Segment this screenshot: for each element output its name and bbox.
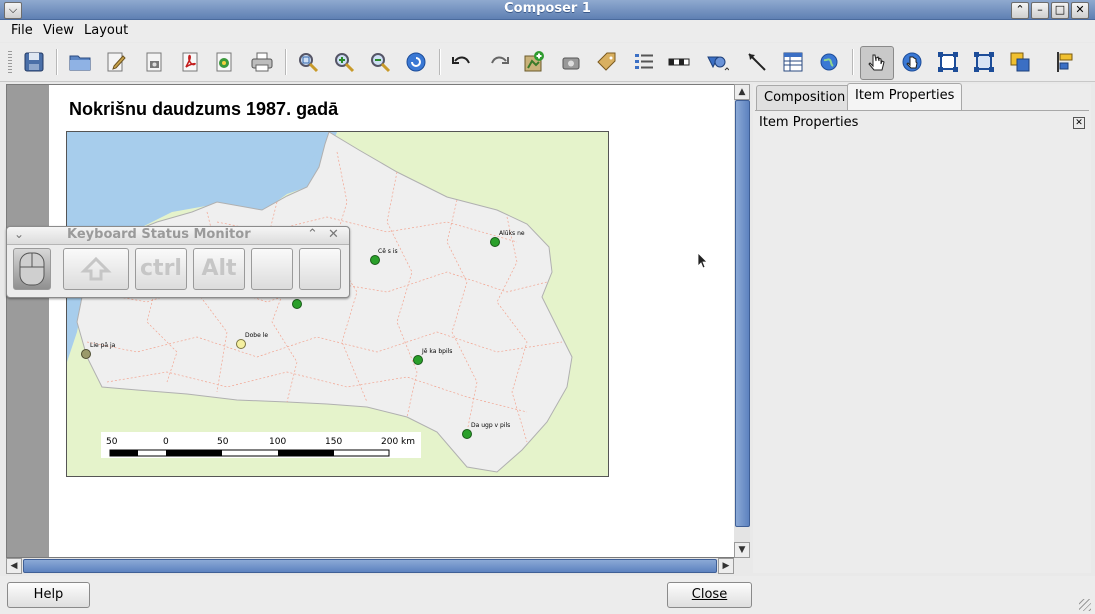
zoom-out-icon[interactable]	[366, 48, 394, 76]
menu-view[interactable]: View	[43, 23, 74, 38]
map-canvas: Cē s is Alūks ne Dobe le Lie pā ja Jē ka…	[67, 132, 608, 476]
menu-layout[interactable]: Layout	[84, 23, 128, 38]
dock-title: Item Properties	[759, 115, 859, 130]
scalebar: 50 0 50 100 150 200 km	[101, 432, 421, 458]
ksm-menu-icon[interactable]: ⌄	[14, 227, 24, 241]
svg-text:200 km: 200 km	[381, 437, 415, 447]
export-pdf-icon[interactable]	[176, 48, 204, 76]
station-marker	[462, 429, 472, 439]
add-shape-icon[interactable]	[703, 48, 731, 76]
scroll-right-button[interactable]: ▶	[718, 558, 734, 574]
export-image-icon[interactable]	[140, 48, 168, 76]
station-marker	[490, 237, 500, 247]
scroll-up-button[interactable]: ▲	[734, 84, 750, 100]
group-icon[interactable]	[934, 48, 962, 76]
add-arrow-icon[interactable]	[743, 48, 771, 76]
mouse-status-icon	[13, 248, 51, 290]
dock-close-icon[interactable]: ✕	[1073, 117, 1085, 129]
add-map-icon[interactable]	[520, 48, 548, 76]
tab-composition[interactable]: Composition	[756, 85, 854, 110]
station-marker	[236, 339, 246, 349]
vertical-scrollbar[interactable]: ▲ ▼	[734, 84, 750, 558]
zoom-full-icon[interactable]	[294, 48, 322, 76]
help-button[interactable]: Help	[7, 582, 90, 608]
mouse-cursor-icon	[697, 252, 708, 269]
edit-template-icon[interactable]	[102, 48, 130, 76]
svg-text:0: 0	[163, 437, 169, 447]
window-title: Composer 1	[504, 1, 591, 16]
ksm-close-icon[interactable]: ✕	[328, 227, 339, 242]
ctrl-key: ctrl	[135, 248, 187, 290]
station-marker	[292, 299, 302, 309]
station-marker	[413, 355, 423, 365]
properties-panel: Composition Item Properties Item Propert…	[753, 83, 1091, 573]
ksm-shade-icon[interactable]: ⌃	[307, 227, 318, 242]
station-label: Da ugp v pils	[471, 422, 510, 429]
shift-key-icon	[63, 248, 129, 290]
open-folder-icon[interactable]	[66, 48, 94, 76]
station-label: Lie pā ja	[90, 342, 116, 349]
add-scalebar-icon[interactable]	[665, 48, 693, 76]
svg-text:100: 100	[269, 437, 286, 447]
station-label: Dobe le	[245, 332, 268, 339]
maximize-button[interactable]: □	[1051, 2, 1069, 19]
svg-text:150: 150	[325, 437, 342, 447]
station-marker	[81, 349, 91, 359]
menubar: File View Layout	[0, 20, 1095, 42]
station-label: Alūks ne	[499, 230, 525, 237]
add-label-icon[interactable]	[593, 48, 621, 76]
alt-key: Alt	[193, 248, 245, 290]
modifier-key	[251, 248, 293, 290]
keyboard-status-monitor: ⌄ Keyboard Status Monitor ⌃ ✕ ctrl Alt	[6, 226, 350, 298]
station-label: Cē s is	[378, 248, 398, 255]
print-icon[interactable]	[248, 48, 276, 76]
modifier-key	[299, 248, 341, 290]
scroll-left-button[interactable]: ◀	[6, 558, 22, 574]
map-title-label[interactable]: Nokrišnu daudzums 1987. gadā	[69, 99, 338, 120]
add-legend-icon[interactable]	[630, 48, 658, 76]
composer-canvas[interactable]: Nokrišnu daudzums 1987. gadā Cē s is Alū…	[6, 84, 735, 558]
svg-text:50: 50	[217, 437, 229, 447]
select-move-icon[interactable]	[860, 46, 894, 80]
raise-lower-icon[interactable]	[1006, 48, 1034, 76]
close-window-button[interactable]: ✕	[1071, 2, 1089, 19]
toolbar	[0, 43, 1095, 82]
ksm-titlebar[interactable]: ⌄ Keyboard Status Monitor ⌃ ✕	[7, 227, 349, 245]
ungroup-icon[interactable]	[970, 48, 998, 76]
resize-grip[interactable]	[1079, 599, 1091, 611]
close-button[interactable]: Close	[667, 582, 752, 608]
window-titlebar: ⌵ Composer 1 ⌃ – □ ✕	[0, 0, 1095, 20]
undo-icon[interactable]	[448, 48, 476, 76]
refresh-icon[interactable]	[402, 48, 430, 76]
button-bar: Help Close	[0, 576, 1095, 614]
move-content-icon[interactable]	[898, 48, 926, 76]
vertical-scroll-thumb[interactable]	[735, 100, 750, 527]
station-marker	[370, 255, 380, 265]
add-table-icon[interactable]	[779, 48, 807, 76]
svg-text:50: 50	[106, 437, 118, 447]
toolbar-grip[interactable]	[8, 51, 12, 73]
align-icon[interactable]	[1052, 48, 1080, 76]
station-label: Jē ka bpils	[421, 348, 452, 355]
add-image-icon[interactable]	[557, 48, 585, 76]
minimize-button[interactable]: –	[1031, 2, 1049, 19]
item-properties-dock: Item Properties ✕	[755, 110, 1089, 573]
menu-file[interactable]: File	[11, 23, 33, 38]
zoom-in-icon[interactable]	[330, 48, 358, 76]
shade-button[interactable]: ⌃	[1011, 2, 1029, 19]
redo-icon[interactable]	[485, 48, 513, 76]
export-svg-icon[interactable]	[210, 48, 238, 76]
paper-page[interactable]: Nokrišnu daudzums 1987. gadā Cē s is Alū…	[49, 85, 734, 557]
horizontal-scrollbar[interactable]: ◀ ▶	[6, 558, 734, 574]
map-item[interactable]: Cē s is Alūks ne Dobe le Lie pā ja Jē ka…	[66, 131, 609, 477]
add-html-icon[interactable]	[815, 48, 843, 76]
tab-item-properties[interactable]: Item Properties	[847, 83, 963, 110]
scroll-down-button[interactable]: ▼	[734, 542, 750, 558]
save-icon[interactable]	[20, 48, 48, 76]
ksm-title: Keyboard Status Monitor	[67, 227, 251, 242]
horizontal-scroll-thumb[interactable]	[23, 559, 717, 573]
